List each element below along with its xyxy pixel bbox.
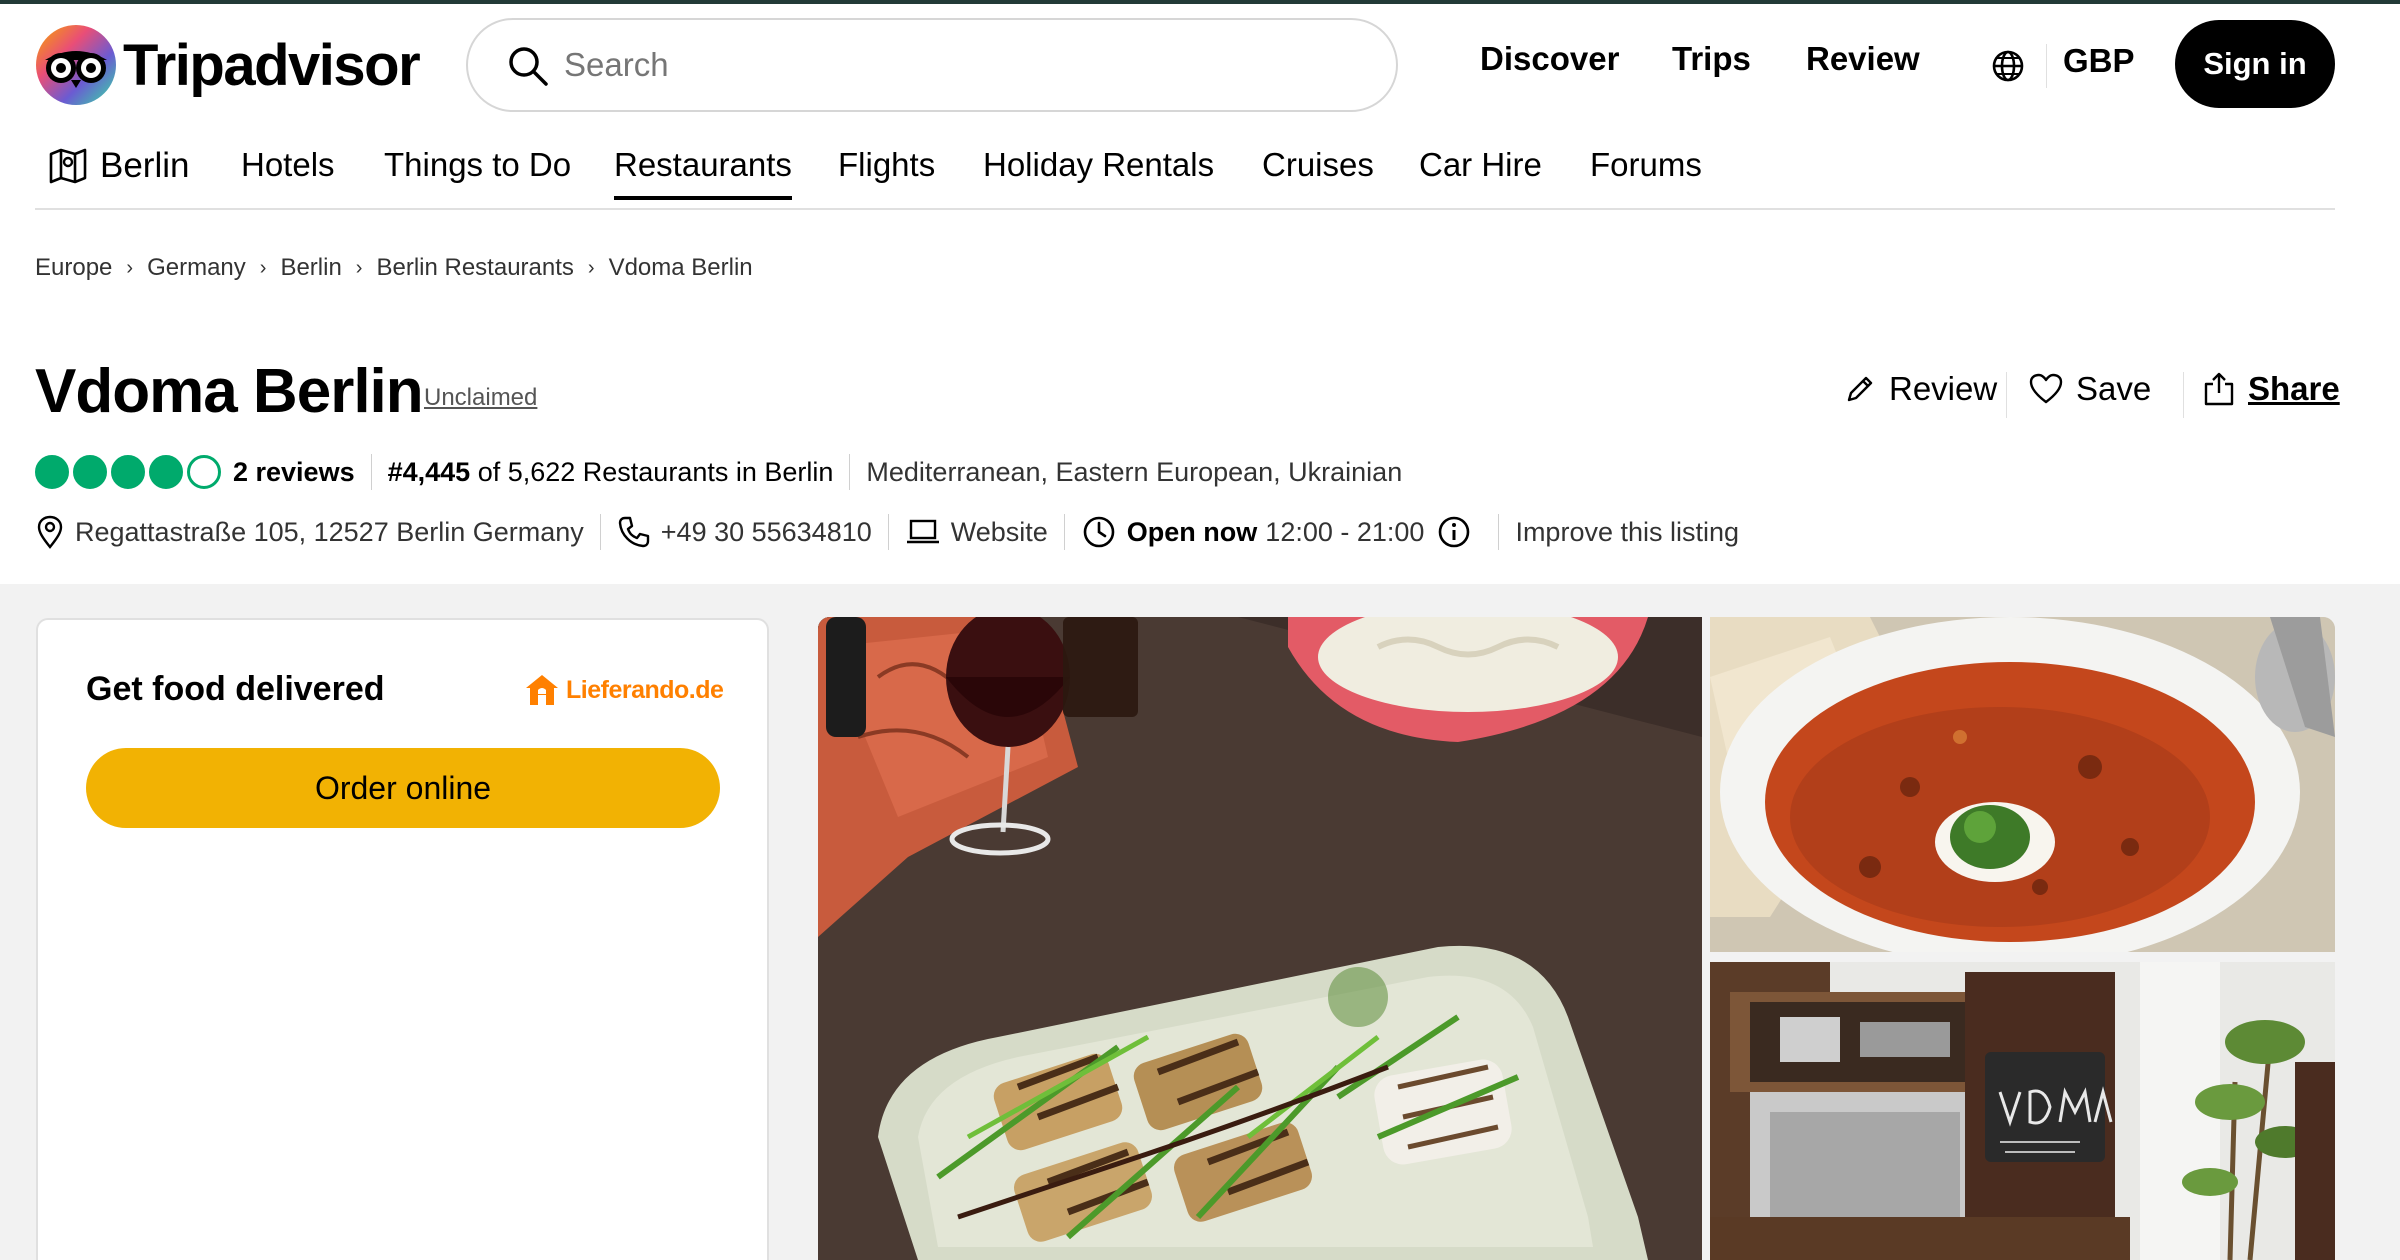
save-button[interactable]: Save [2028, 370, 2151, 408]
order-online-button[interactable]: Order online [86, 748, 720, 828]
breadcrumb-europe[interactable]: Europe [35, 254, 112, 282]
share-button[interactable]: Share [2202, 370, 2340, 408]
nav-holiday-rentals[interactable]: Holiday Rentals [983, 146, 1214, 184]
currency-selector[interactable]: GBP [2063, 42, 2135, 80]
cuisines: Mediterranean, Eastern European, Ukraini… [866, 456, 1403, 487]
photo-soup[interactable] [1710, 617, 2335, 952]
nav-discover[interactable]: Discover [1480, 40, 1619, 78]
divider [1063, 514, 1065, 550]
action-divider [2006, 372, 2007, 418]
breadcrumb-current: Vdoma Berlin [608, 254, 753, 281]
chevron-right-icon: › [126, 256, 134, 279]
share-icon [2204, 372, 2234, 406]
nav-hotels[interactable]: Hotels [241, 146, 335, 184]
rating-bubble-empty [187, 455, 221, 489]
reviews-count-link[interactable]: 2 reviews [233, 457, 355, 488]
nav-review[interactable]: Review [1806, 40, 1920, 78]
search-bar[interactable] [466, 18, 1398, 112]
info-row: Regattastraße 105, 12527 Berlin Germany … [35, 510, 1739, 554]
laptop-icon [906, 519, 939, 544]
heart-icon [2029, 373, 2063, 404]
interior-image [1710, 962, 2335, 1260]
nav-divider [2046, 44, 2047, 88]
search-input[interactable] [564, 40, 1364, 90]
ranking-link[interactable]: #4,445 of 5,622 Restaurants in Berlin [388, 457, 834, 488]
rank-number: #4,445 [387, 456, 471, 487]
divider [849, 454, 851, 490]
nav-trips[interactable]: Trips [1672, 40, 1751, 78]
page-title: Vdoma Berlin [35, 357, 424, 426]
lieferando-house-icon [526, 675, 558, 705]
write-review-button[interactable]: Review [1843, 370, 1997, 408]
nav-city-berlin[interactable]: Berlin [100, 146, 189, 186]
soup-image [1710, 617, 2335, 952]
rating-bubble-filled [111, 455, 145, 489]
rating-row: 2 reviews #4,445 of 5,622 Restaurants in… [35, 450, 1402, 494]
divider [1498, 514, 1500, 550]
breadcrumb-berlin-restaurants[interactable]: Berlin Restaurants [376, 254, 573, 282]
address-link[interactable]: Regattastraße 105, 12527 Berlin Germany [75, 517, 584, 548]
rating-bubbles [35, 455, 221, 489]
nav-cruises[interactable]: Cruises [1262, 146, 1374, 184]
save-label: Save [2076, 370, 2152, 407]
nav-things-to-do[interactable]: Things to Do [384, 146, 571, 184]
location-pin-icon [37, 515, 63, 549]
rating-bubble-filled [149, 455, 183, 489]
phone-link[interactable]: +49 30 55634810 [661, 517, 872, 548]
delivery-card: Get food delivered Lieferando.de Order o… [36, 618, 769, 1260]
divider [887, 514, 889, 550]
category-nav: Berlin Hotels Things to Do Restaurants F… [35, 122, 2335, 210]
rating-bubble-filled [73, 455, 107, 489]
lieferando-label: Lieferando.de [566, 675, 724, 704]
nav-restaurants[interactable]: Restaurants [614, 146, 792, 200]
photo-restaurant-interior[interactable] [1710, 962, 2335, 1260]
claim-status-link[interactable]: Unclaimed [424, 384, 537, 412]
site-header: Tripadvisor Discover Trips Review GBP Si… [0, 4, 2400, 122]
rank-text: of 5,622 Restaurants in Berlin [470, 456, 834, 487]
open-status: Open now [1126, 516, 1258, 547]
photo-food-platter[interactable] [818, 617, 1702, 1260]
delivery-title: Get food delivered [86, 670, 385, 708]
lieferando-logo: Lieferando.de [524, 672, 724, 708]
chevron-right-icon: › [355, 256, 363, 279]
review-label: Review [1889, 370, 1998, 407]
chevron-right-icon: › [587, 256, 595, 279]
brand-name: Tripadvisor [123, 32, 421, 98]
nav-flights[interactable]: Flights [838, 146, 935, 184]
divider [370, 454, 372, 490]
clock-icon [1083, 516, 1115, 548]
nav-forums[interactable]: Forums [1590, 146, 1702, 184]
food-platter-image [818, 617, 1702, 1260]
phone-icon [618, 516, 649, 548]
globe-icon[interactable] [1990, 48, 2026, 84]
breadcrumb-germany[interactable]: Germany [147, 254, 246, 282]
breadcrumb: Europe › Germany › Berlin › Berlin Resta… [35, 254, 753, 282]
breadcrumb-berlin[interactable]: Berlin [280, 254, 341, 282]
info-icon[interactable] [1436, 514, 1472, 550]
nav-car-hire[interactable]: Car Hire [1419, 146, 1542, 184]
search-icon [509, 47, 548, 86]
map-icon [49, 148, 87, 184]
pencil-icon [1847, 376, 1873, 402]
website-link[interactable]: Website [951, 517, 1048, 548]
sign-in-button[interactable]: Sign in [2175, 20, 2335, 108]
action-divider [2183, 372, 2184, 418]
owl-logo-icon [36, 25, 116, 105]
tripadvisor-logo[interactable]: Tripadvisor [35, 24, 421, 106]
share-label: Share [2248, 370, 2340, 407]
rating-bubble-filled [35, 455, 69, 489]
chevron-right-icon: › [259, 256, 267, 279]
divider [599, 514, 601, 550]
improve-listing-link[interactable]: Improve this listing [1515, 517, 1739, 548]
opening-hours[interactable]: 12:00 - 21:00 [1265, 517, 1424, 548]
